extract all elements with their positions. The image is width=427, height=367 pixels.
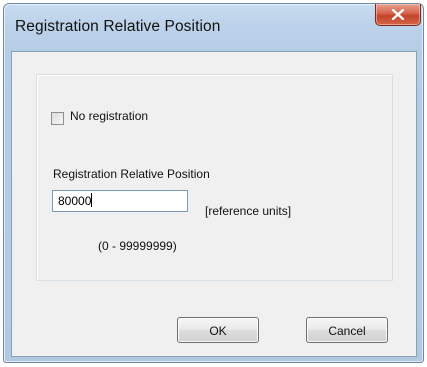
dialog-window: Registration Relative Position No regist… [3,3,424,363]
dialog-body: No registration Registration Relative Po… [11,51,417,357]
close-icon [391,9,405,20]
title-bar[interactable]: Registration Relative Position [4,4,423,52]
cancel-button[interactable]: Cancel [306,317,388,343]
ok-button[interactable]: OK [177,317,259,343]
text-caret [91,193,93,207]
position-field-label: Registration Relative Position [53,167,210,181]
no-registration-checkbox[interactable] [51,112,64,125]
position-input[interactable]: 80000 [52,190,188,212]
position-input-value: 80000 [58,194,92,208]
dialog-title: Registration Relative Position [15,18,221,35]
no-registration-label[interactable]: No registration [70,109,148,123]
close-button[interactable] [375,4,421,26]
range-label: (0 - 99999999) [98,239,177,253]
units-label: [reference units] [205,204,292,218]
